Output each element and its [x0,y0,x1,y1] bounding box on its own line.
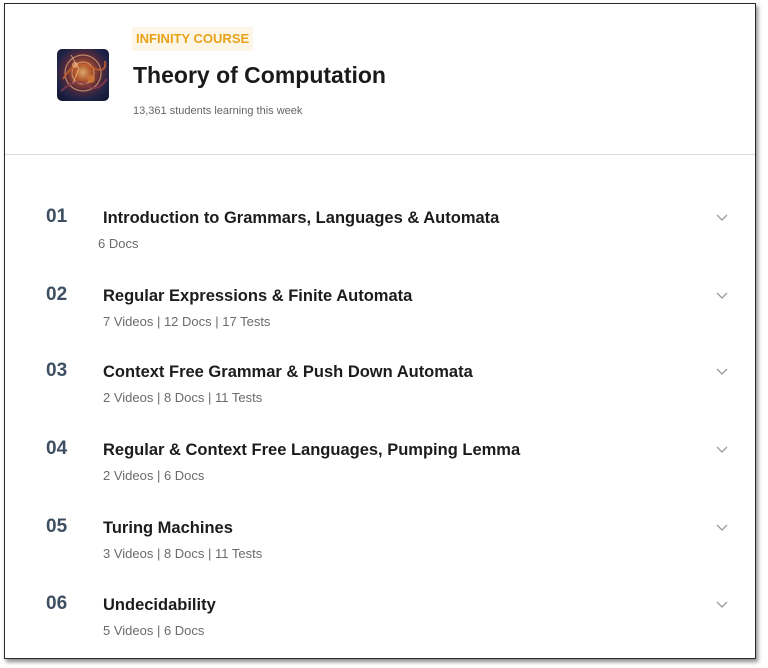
course-header: INFINITY COURSE Theory of Computation 13… [5,4,755,155]
chapter-item-01[interactable]: 01 Introduction to Grammars, Languages &… [5,205,755,277]
chapter-title: Introduction to Grammars, Languages & Au… [103,209,500,227]
chevron-down-icon[interactable] [714,441,730,457]
course-thumbnail [57,49,109,101]
chapter-title: Undecidability [103,596,216,614]
chevron-down-icon[interactable] [714,519,730,535]
chapter-item-06[interactable]: 06 Undecidability 5 Videos | 6 Docs [5,592,755,658]
course-type-badge: INFINITY COURSE [132,27,254,51]
chapter-title: Regular & Context Free Languages, Pumpin… [103,441,521,459]
chapter-title: Context Free Grammar & Push Down Automat… [103,363,473,381]
chapter-number: 03 [46,360,68,381]
chapter-item-03[interactable]: 03 Context Free Grammar & Push Down Auto… [5,359,755,431]
students-count: 13,361 students learning this week [133,105,303,117]
chapter-meta: 5 Videos | 6 Docs [103,623,205,638]
chapter-number: 06 [46,593,68,614]
chapter-number: 02 [46,284,68,305]
chapter-title: Turing Machines [103,519,233,537]
chapter-item-05[interactable]: 05 Turing Machines 3 Videos | 8 Docs | 1… [5,515,755,587]
chevron-down-icon[interactable] [714,209,730,225]
chapter-meta: 6 Docs [98,236,139,251]
chapter-meta: 3 Videos | 8 Docs | 11 Tests [103,546,263,561]
chapter-title: Regular Expressions & Finite Automata [103,287,413,305]
chevron-down-icon[interactable] [714,363,730,379]
chevron-down-icon[interactable] [714,287,730,303]
chapter-number: 05 [46,516,68,537]
chapter-meta: 7 Videos | 12 Docs | 17 Tests [103,314,271,329]
chapter-item-02[interactable]: 02 Regular Expressions & Finite Automata… [5,283,755,355]
course-card: INFINITY COURSE Theory of Computation 13… [4,3,756,659]
chapter-item-04[interactable]: 04 Regular & Context Free Languages, Pum… [5,437,755,509]
chapter-meta: 2 Videos | 6 Docs [103,468,205,483]
chapter-number: 01 [46,206,68,227]
chevron-down-icon[interactable] [714,596,730,612]
course-title: Theory of Computation [133,62,386,88]
chapter-meta: 2 Videos | 8 Docs | 11 Tests [103,390,263,405]
chapter-number: 04 [46,438,68,459]
